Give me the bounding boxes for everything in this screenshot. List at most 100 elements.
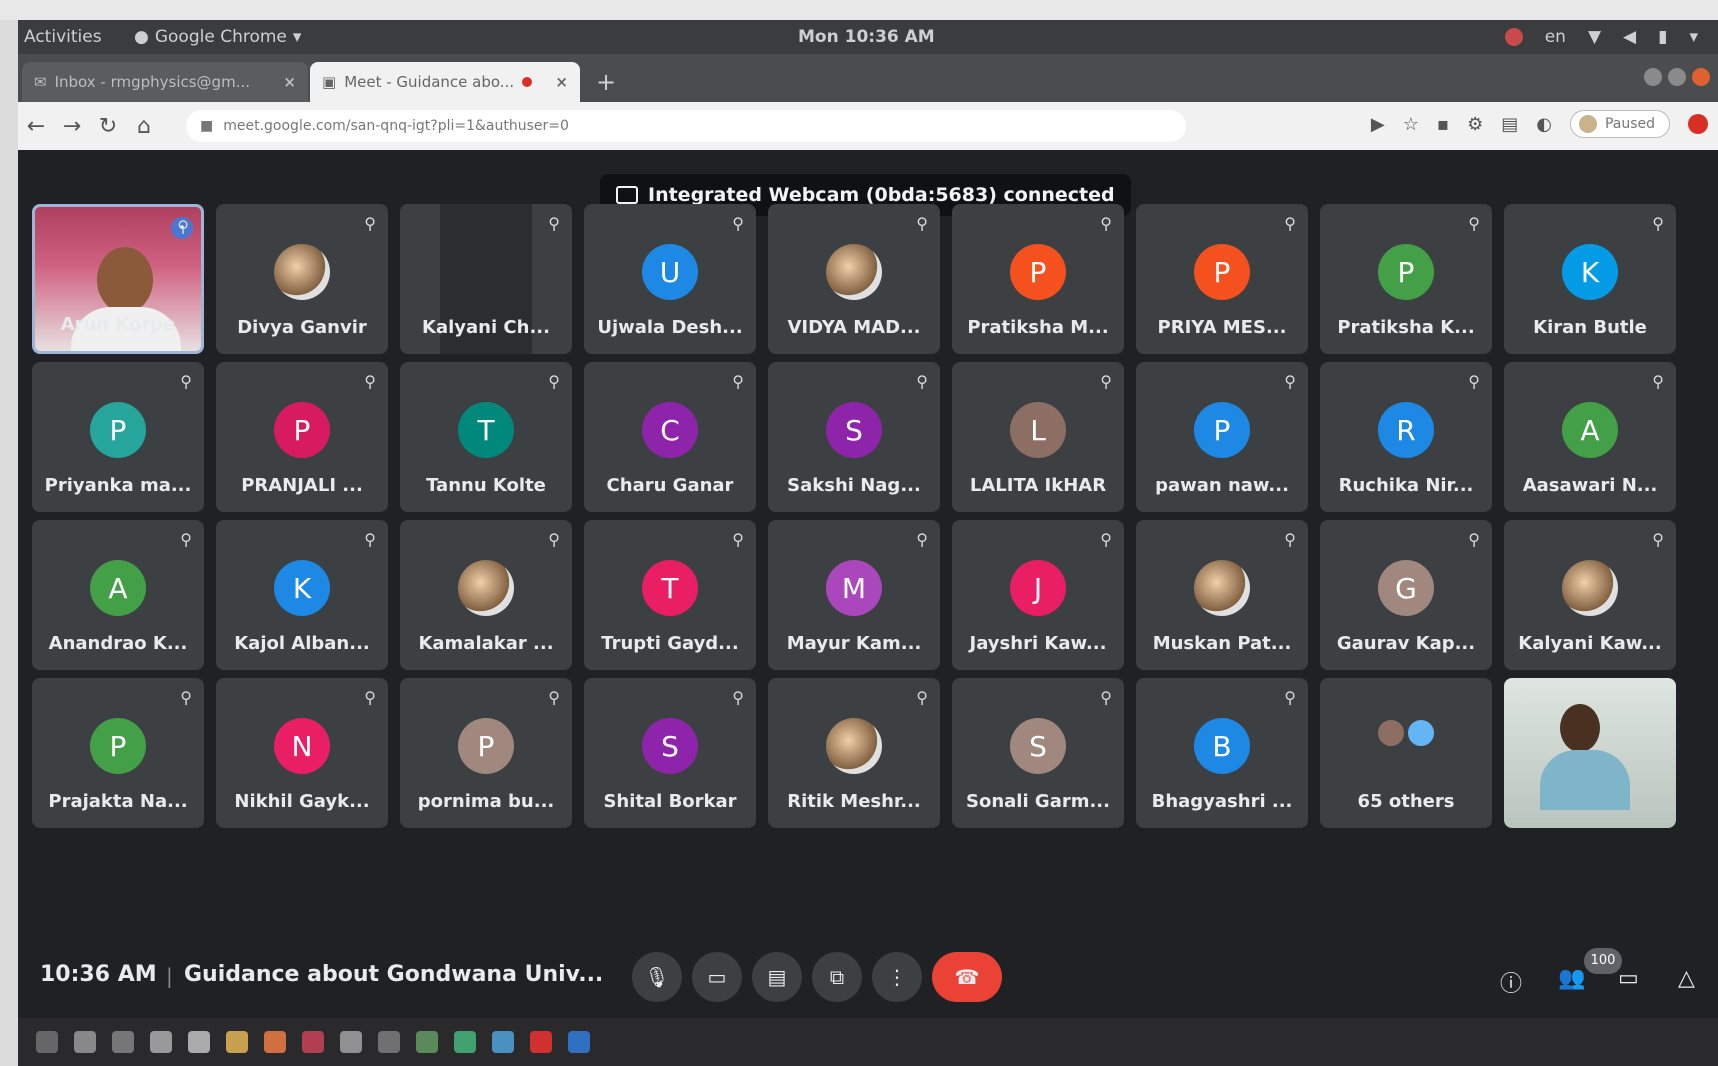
participant-tile[interactable]: S ⚲ Shital Borkar [584,678,756,828]
participant-tile[interactable]: C ⚲ Charu Ganar [584,362,756,512]
dock-app-icon[interactable] [530,1031,552,1053]
dock-app-icon[interactable] [454,1031,476,1053]
address-bar[interactable]: ■ meet.google.com/san-qnq-igt?pli=1&auth… [186,110,1186,142]
present-button[interactable]: ⧉ [812,952,862,1002]
mic-off-icon: ⚲ [548,688,560,707]
participant-tile[interactable]: P ⚲ pawan naw... [1136,362,1308,512]
network-icon[interactable]: ▼ [1588,27,1601,47]
participant-tile[interactable]: J ⚲ Jayshri Kaw... [952,520,1124,670]
dock-app-icon[interactable] [150,1031,172,1053]
tab-meet[interactable]: ▣ Meet - Guidance abo... × [310,62,580,102]
participant-tile[interactable]: P ⚲ Pratiksha M... [952,204,1124,354]
participant-tile[interactable]: K ⚲ Kiran Butle [1504,204,1676,354]
opera-icon[interactable] [1688,114,1708,134]
reader-icon[interactable]: ▤ [1501,114,1518,135]
participant-name: PRANJALI ... [241,475,363,496]
dock-app-icon[interactable] [568,1031,590,1053]
dock-app-icon[interactable] [226,1031,248,1053]
participant-tile[interactable]: • ⚲ Arun Korpe [32,204,204,354]
participant-tile[interactable]: ⚲ Divya Ganvir [216,204,388,354]
minimize-icon[interactable] [1644,68,1662,86]
maximize-icon[interactable] [1668,68,1686,86]
participant-tile[interactable]: ⚲ Kalyani Kaw... [1504,520,1676,670]
new-tab-button[interactable]: + [596,68,616,96]
meet-icon: ▣ [322,73,337,91]
dock-app-icon[interactable] [74,1031,96,1053]
participant-tile[interactable]: T ⚲ Tannu Kolte [400,362,572,512]
chevron-down-icon[interactable]: ▾ [1689,27,1698,47]
reload-icon[interactable]: ↻ [90,114,126,139]
extension-icon[interactable]: ▪ [1437,114,1449,135]
activities-icon[interactable]: △ [1678,966,1695,991]
participant-tile[interactable]: P ⚲ Priyanka ma... [32,362,204,512]
avatar [1562,560,1618,616]
participant-tile[interactable]: U ⚲ Ujwala Desh... [584,204,756,354]
close-tab-icon[interactable]: × [555,73,568,91]
volume-icon[interactable]: ◀ [1623,27,1636,47]
dock-app-icon[interactable] [492,1031,514,1053]
participant-tile[interactable]: P ⚲ Pratiksha K... [1320,204,1492,354]
language-indicator[interactable]: en [1545,27,1566,47]
battery-icon[interactable]: ▮ [1658,27,1667,47]
dock-app-icon[interactable] [340,1031,362,1053]
participant-tile[interactable]: S ⚲ Sakshi Nag... [768,362,940,512]
home-icon[interactable]: ⌂ [126,114,162,139]
chat-icon[interactable]: ▭ [1618,966,1639,991]
profile-status: Paused [1604,116,1655,132]
participant-tile[interactable]: N ⚲ Nikhil Gayk... [216,678,388,828]
back-icon[interactable]: ← [18,114,54,139]
participant-tile[interactable]: M ⚲ Mayur Kam... [768,520,940,670]
participant-tile[interactable]: L ⚲ LALITA IkHAR [952,362,1124,512]
participant-tile[interactable]: K ⚲ Kajol Alban... [216,520,388,670]
participant-tile[interactable]: 65 others [1320,678,1492,828]
activities-button[interactable]: Activities [24,27,134,47]
mic-button[interactable]: 🎙 [632,952,682,1002]
info-icon[interactable]: ⓘ [1500,966,1522,998]
participant-tile[interactable]: P ⚲ pornima bu... [400,678,572,828]
participant-tile[interactable]: B ⚲ Bhagyashri ... [1136,678,1308,828]
sync-icon[interactable]: ◐ [1536,114,1552,135]
avatar: P [458,718,514,774]
forward-icon[interactable]: → [54,114,90,139]
captions-button[interactable]: ▤ [752,952,802,1002]
participant-tile[interactable]: P ⚲ Prajakta Na... [32,678,204,828]
more-options-button[interactable]: ⋮ [872,952,922,1002]
close-tab-icon[interactable]: × [283,73,296,91]
bookmark-star-icon[interactable]: ☆ [1403,114,1419,135]
participant-tile[interactable]: ⚲ Muskan Pat... [1136,520,1308,670]
dock-app-icon[interactable] [416,1031,438,1053]
app-menu[interactable]: ● Google Chrome ▾ [134,27,301,47]
participant-tile[interactable]: T ⚲ Trupti Gayd... [584,520,756,670]
profile-button[interactable]: Paused [1569,110,1670,138]
participant-tile[interactable]: S ⚲ Sonali Garm... [952,678,1124,828]
dock-app-icon[interactable] [302,1031,324,1053]
camera-button[interactable]: ▭ [692,952,742,1002]
mic-off-icon: ⚲ [1468,214,1480,233]
participant-tile[interactable]: ⚲ Kamalakar ... [400,520,572,670]
people-icon[interactable]: 👥 [1558,966,1585,991]
participant-tile[interactable]: R ⚲ Ruchika Nir... [1320,362,1492,512]
participant-tile[interactable]: A ⚲ Aasawari N... [1504,362,1676,512]
tab-inbox[interactable]: ✉ Inbox - rmgphysics@gm... × [22,62,308,102]
dock-app-icon[interactable] [112,1031,134,1053]
dock-app-icon[interactable] [378,1031,400,1053]
camera-indicator-icon[interactable]: ▶ [1371,114,1385,135]
participant-tile[interactable]: ⚲ Kalyani Ch... [400,204,572,354]
participant-tile[interactable]: ⚲ Ritik Meshr... [768,678,940,828]
avatar: K [274,560,330,616]
participant-tile[interactable]: P ⚲ PRANJALI ... [216,362,388,512]
dock-app-icon[interactable] [188,1031,210,1053]
participant-tile[interactable]: ⚲ VIDYA MAD... [768,204,940,354]
system-clock[interactable]: Mon 10:36 AM [798,27,935,47]
participant-tile[interactable] [1504,678,1676,828]
present-icon: ⧉ [829,965,845,989]
participant-tile[interactable]: P ⚲ PRIYA MES... [1136,204,1308,354]
toast-text: Integrated Webcam (0bda:5683) connected [648,184,1115,206]
participant-tile[interactable]: A ⚲ Anandrao K... [32,520,204,670]
close-window-icon[interactable] [1692,68,1710,86]
end-call-button[interactable]: ☎ [932,952,1002,1002]
dock-app-icon[interactable] [36,1031,58,1053]
settings-extension-icon[interactable]: ⚙ [1467,114,1483,135]
participant-tile[interactable]: G ⚲ Gaurav Kap... [1320,520,1492,670]
dock-app-icon[interactable] [264,1031,286,1053]
